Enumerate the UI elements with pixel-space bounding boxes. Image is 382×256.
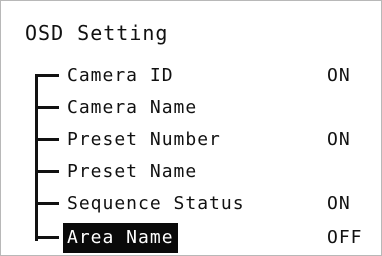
menu-item-preset-name[interactable]: Preset Name xyxy=(1,157,381,187)
menu-item-label: Preset Name xyxy=(67,161,198,182)
menu-item-label: Sequence Status xyxy=(67,193,245,214)
tree-branch xyxy=(35,74,59,77)
tree-branch xyxy=(35,170,59,173)
menu-item-camera-id[interactable]: Camera ID ON xyxy=(1,61,381,91)
menu-item-value: ON xyxy=(327,129,351,150)
osd-setting-screen: OSD Setting Camera ID ON Camera Name Pre… xyxy=(0,0,382,256)
page-title: OSD Setting xyxy=(25,21,169,45)
menu-item-label-selected: Area Name xyxy=(63,223,178,253)
menu-item-label: Camera Name xyxy=(67,97,198,118)
menu-item-camera-name[interactable]: Camera Name xyxy=(1,93,381,123)
tree-branch xyxy=(35,138,59,141)
menu-item-label: Camera ID xyxy=(67,65,174,86)
menu-item-preset-number[interactable]: Preset Number ON xyxy=(1,125,381,155)
menu-item-label: Preset Number xyxy=(67,129,221,150)
menu-item-area-name[interactable]: Area Name OFF xyxy=(1,223,381,253)
menu-item-value: ON xyxy=(327,65,351,86)
tree-branch xyxy=(35,236,59,239)
tree-branch xyxy=(35,106,59,109)
tree-branch xyxy=(35,202,59,205)
menu-item-value: OFF xyxy=(327,227,363,248)
menu-item-value: ON xyxy=(327,193,351,214)
menu-item-sequence-status[interactable]: Sequence Status ON xyxy=(1,189,381,219)
